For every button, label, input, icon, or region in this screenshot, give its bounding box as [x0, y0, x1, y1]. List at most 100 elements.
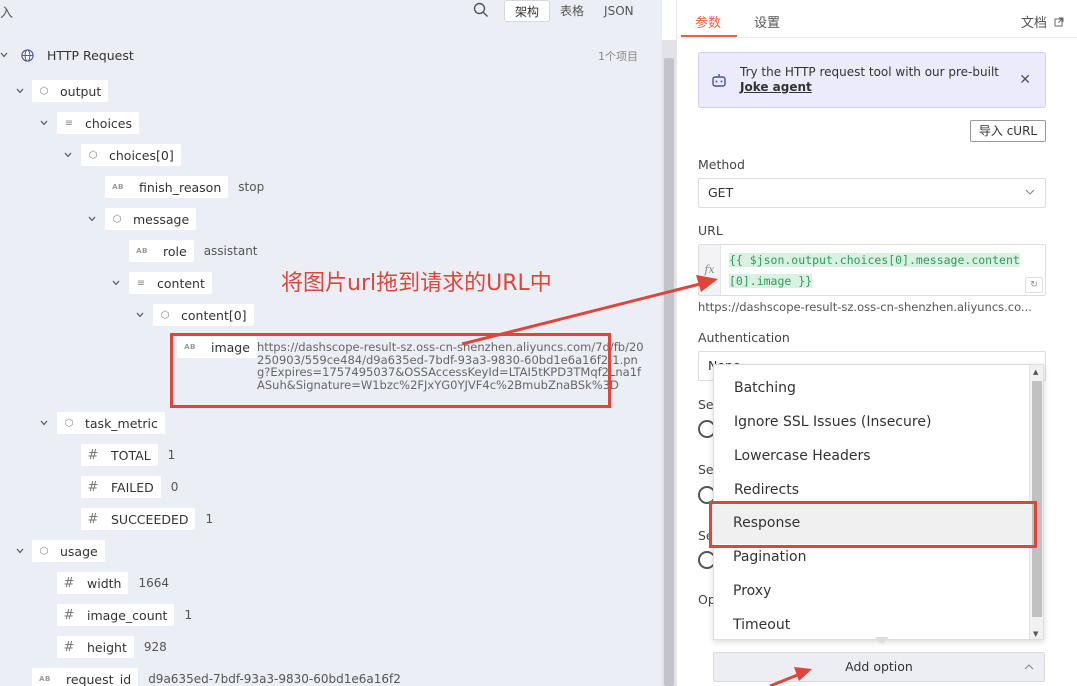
docs-link[interactable]: 文档 [1021, 12, 1064, 31]
tree-field-finish-reason[interactable]: AB finish_reason stop [105, 176, 264, 198]
chevron-down-icon [1025, 189, 1035, 195]
search-icon[interactable] [473, 2, 489, 18]
tree-field-role[interactable]: AB role assistant [129, 240, 258, 262]
list-icon: ≡ [64, 117, 74, 129]
url-expression-field[interactable]: fx {{ $json.output.choices[0].message.co… [698, 244, 1046, 296]
chevron-down-icon[interactable] [111, 278, 121, 288]
add-option-button[interactable]: Add option [713, 652, 1045, 682]
tree-field-image-count[interactable]: # image_count 1 [57, 604, 192, 626]
expand-editor-icon[interactable]: ↻ [1025, 277, 1043, 293]
option-proxy[interactable]: Proxy [733, 583, 771, 599]
cube-icon: ⬡ [160, 309, 170, 321]
string-type-icon: AB [112, 183, 124, 191]
tree-field-total[interactable]: # TOTAL 1 [81, 444, 175, 466]
globe-icon [21, 49, 34, 62]
number-type-icon: # [63, 575, 75, 591]
cube-icon: ⬡ [112, 213, 122, 225]
joke-agent-banner: Try the HTTP request tool with our pre-b… [698, 52, 1046, 108]
robot-icon [712, 74, 726, 87]
field-value: 1664 [138, 576, 170, 590]
tree-node-choices-0[interactable]: ⬡ choices[0] [81, 144, 181, 166]
dropdown-pointer [875, 637, 889, 644]
send-headers-label: Se [698, 462, 714, 477]
cube-icon: ⬡ [39, 85, 49, 97]
close-icon[interactable]: ✕ [1019, 72, 1031, 88]
tree-root-label: HTTP Request [47, 48, 134, 63]
method-label: Method [698, 157, 745, 172]
field-value: stop [238, 180, 265, 194]
url-expression[interactable]: {{ $json.output.choices[0].message.conte… [729, 250, 1037, 292]
option-batching[interactable]: Batching [734, 380, 796, 396]
option-timeout[interactable]: Timeout [733, 617, 790, 633]
chevron-down-icon[interactable] [15, 546, 25, 556]
number-type-icon: # [63, 639, 75, 655]
tree-node-usage[interactable]: ⬡ usage [32, 540, 105, 562]
option-pagination[interactable]: Pagination [733, 549, 806, 565]
field-value: 0 [170, 480, 179, 494]
tree-node-content[interactable]: ≡ content [129, 272, 212, 294]
option-ignore-ssl[interactable]: Ignore SSL Issues (Insecure) [734, 414, 931, 430]
tab-parameters[interactable]: 参数 [695, 12, 721, 31]
params-tabs: 参数 设置 文档 [677, 0, 1077, 38]
tree-node-choices[interactable]: ≡ choices [57, 112, 139, 134]
tree-field-failed[interactable]: # FAILED 0 [81, 476, 178, 498]
tree-field-width[interactable]: # width 1664 [57, 572, 169, 594]
string-type-icon: AB [136, 247, 148, 255]
field-value: d9a635ed-7bdf-93a3-9830-60bd1e6a16f2 [148, 672, 401, 686]
chevron-down-icon[interactable] [15, 86, 25, 96]
tab-json[interactable]: JSON [594, 0, 644, 22]
tree-node-message[interactable]: ⬡ message [105, 208, 197, 230]
tree-node-content-0[interactable]: ⬡ content[0] [153, 304, 254, 326]
chevron-up-icon [1024, 664, 1034, 670]
image-highlight-box [170, 333, 611, 408]
tab-schema[interactable]: 架构 [504, 0, 551, 22]
external-link-icon [1054, 17, 1064, 27]
chevron-down-icon[interactable] [63, 150, 73, 160]
field-value: 1 [167, 448, 176, 462]
field-value: 928 [143, 640, 167, 654]
tree-field-succeeded[interactable]: # SUCCEEDED 1 [81, 508, 213, 530]
cube-icon: ⬡ [39, 545, 49, 557]
chevron-down-icon[interactable] [39, 418, 49, 428]
import-curl-button[interactable]: 导入 cURL [970, 120, 1046, 142]
number-type-icon: # [87, 511, 99, 527]
field-value: 1 [184, 608, 193, 622]
option-lowercase-headers[interactable]: Lowercase Headers [734, 448, 871, 464]
number-type-icon: # [87, 479, 99, 495]
list-icon: ≡ [136, 277, 146, 289]
annotation-text: 将图片url拖到请求的URL中 [281, 271, 552, 296]
scroll-up-icon[interactable]: ▲ [1033, 368, 1038, 376]
option-redirects[interactable]: Redirects [734, 482, 799, 498]
item-count: 1个项目 [598, 50, 638, 63]
scroll-down-icon[interactable]: ▼ [1033, 630, 1038, 638]
output-schema-panel: 入 架构 表格 JSON HTTP Request 1个项目 ⬡ output ≡… [0, 0, 662, 686]
tree-node-output[interactable]: ⬡ output [32, 80, 109, 102]
method-select[interactable]: GET [698, 178, 1046, 208]
fx-icon: fx [699, 245, 721, 295]
tab-table[interactable]: 表格 [550, 0, 594, 22]
cube-icon: ⬡ [88, 149, 98, 161]
view-mode-tabs: 架构 表格 JSON [504, 0, 644, 22]
field-value: 1 [205, 512, 214, 526]
response-highlight-box [709, 501, 1037, 548]
url-label: URL [698, 223, 723, 238]
number-type-icon: # [87, 447, 99, 463]
active-tab-underline [681, 35, 737, 37]
joke-agent-link[interactable]: Joke agent [740, 80, 812, 94]
tree-node-task-metric[interactable]: ⬡ task_metric [57, 412, 165, 434]
field-value: assistant [203, 244, 258, 258]
tree-field-request-id[interactable]: AB request_id d9a635ed-7bdf-93a3-9830-60b… [32, 668, 401, 686]
chevron-down-icon[interactable] [0, 50, 9, 60]
chevron-down-icon[interactable] [135, 310, 145, 320]
tree-field-height[interactable]: # height 928 [57, 636, 167, 658]
send-query-label: Se [698, 397, 714, 412]
banner-text: Try the HTTP request tool with our pre-b… [740, 65, 999, 94]
authentication-label: Authentication [698, 330, 790, 345]
tab-settings[interactable]: 设置 [754, 12, 780, 31]
chevron-down-icon[interactable] [39, 118, 49, 128]
url-preview: https://dashscope-result-sz.oss-cn-shenz… [698, 300, 1032, 314]
cube-icon: ⬡ [64, 417, 74, 429]
left-scrollbar[interactable] [662, 40, 676, 686]
panel-title: 入 [0, 6, 14, 21]
chevron-down-icon[interactable] [87, 214, 97, 224]
